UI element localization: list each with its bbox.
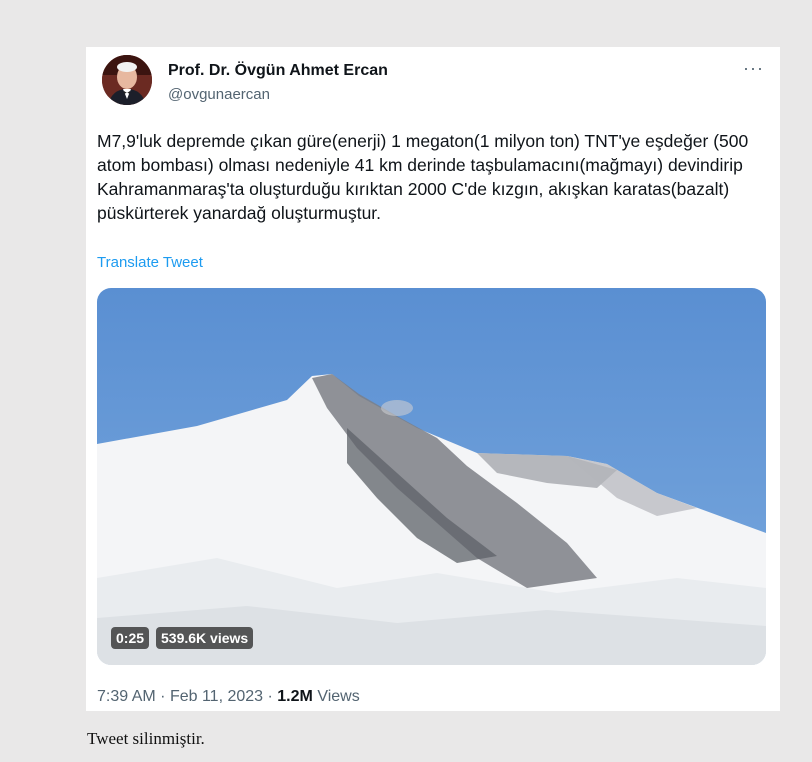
- author-handle[interactable]: @ovgunaercan: [168, 86, 270, 103]
- tweet-text: M7,9'luk depremde çıkan güre(enerji) 1 m…: [97, 131, 749, 223]
- author-avatar[interactable]: [102, 55, 152, 105]
- tweet-time[interactable]: 7:39 AM: [97, 688, 156, 705]
- views-label: Views: [317, 688, 360, 705]
- more-options-icon[interactable]: ···: [743, 59, 764, 77]
- tweet-card: Prof. Dr. Övgün Ahmet Ercan @ovgunaercan…: [86, 47, 780, 711]
- translate-tweet-link[interactable]: Translate Tweet: [97, 254, 203, 271]
- video-duration-badge: 0:25: [111, 627, 150, 649]
- video-views-badge: 539.6K views: [156, 627, 254, 649]
- video-frame-mountain: [97, 288, 766, 665]
- tweet-metadata: 7:39 AM · Feb 11, 2023 · 1.2M Views: [97, 688, 360, 706]
- tweet-video[interactable]: 0:25 539.6K views: [97, 288, 766, 665]
- view-count: 1.2M: [277, 688, 313, 705]
- tweet-date[interactable]: Feb 11, 2023: [170, 688, 263, 705]
- meta-separator: ·: [160, 688, 166, 705]
- deleted-caption: Tweet silinmiştir.: [87, 729, 205, 748]
- meta-separator: ·: [267, 688, 273, 705]
- author-name[interactable]: Prof. Dr. Övgün Ahmet Ercan: [168, 62, 388, 80]
